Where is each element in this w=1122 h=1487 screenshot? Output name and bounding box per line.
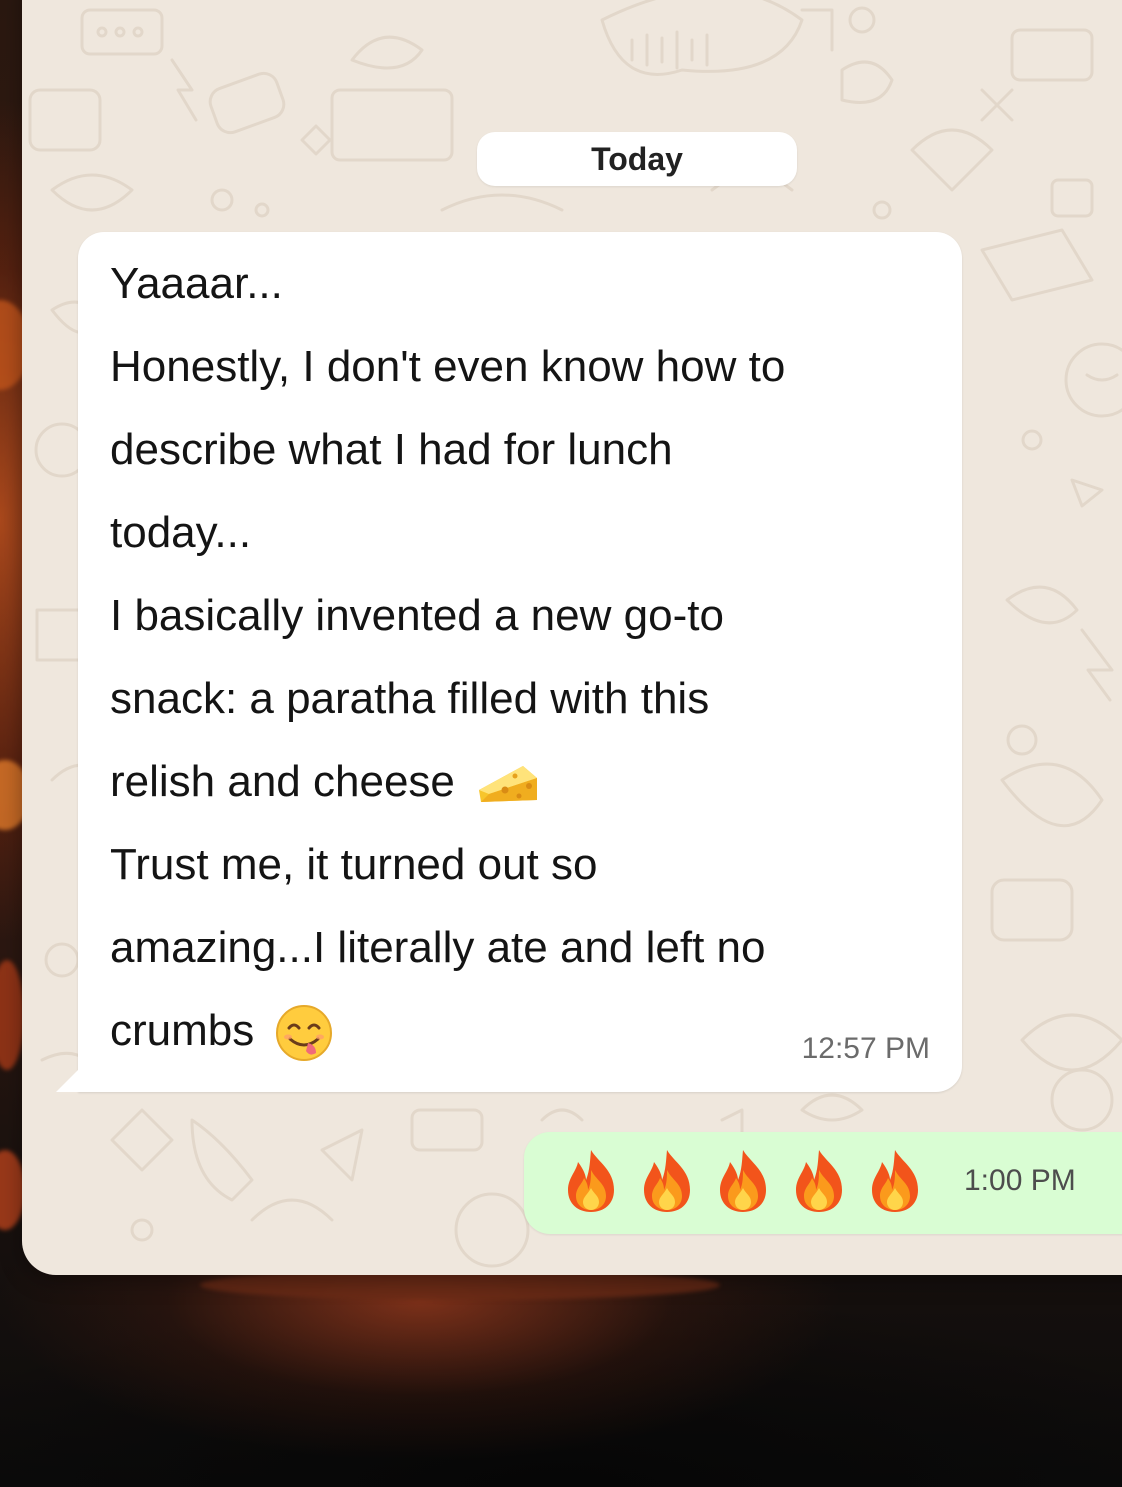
message-line: Trust me, it turned out so bbox=[110, 840, 598, 889]
fire-emoji bbox=[644, 1150, 690, 1212]
message-line: amazing...I literally ate and left no bbox=[110, 923, 766, 972]
outgoing-message-time: 1:00 PM bbox=[964, 1164, 1076, 1197]
incoming-message-time: 12:57 PM bbox=[801, 1032, 930, 1065]
fire-emoji bbox=[568, 1150, 614, 1212]
cheese-wedge-emoji bbox=[479, 766, 538, 803]
incoming-message-bubble[interactable]: Yaaaar... Honestly, I don't even know ho… bbox=[56, 232, 962, 1092]
outgoing-message-bubble[interactable]: 1:00 PM bbox=[524, 1132, 1122, 1234]
fire-emoji bbox=[796, 1150, 842, 1212]
chat-panel[interactable]: Today Yaaaar... Honestly, I don't even k… bbox=[22, 0, 1122, 1275]
incoming-message-text: Yaaaar... Honestly, I don't even know ho… bbox=[110, 242, 950, 1072]
outgoing-emoji-row bbox=[560, 1148, 926, 1214]
incoming-bubble-tail bbox=[56, 1070, 78, 1092]
message-line: I basically invented a new go-to bbox=[110, 591, 724, 640]
fire-emoji bbox=[872, 1150, 918, 1212]
date-separator: Today bbox=[477, 132, 797, 186]
background-food-spot bbox=[0, 960, 24, 1070]
message-line: Honestly, I don't even know how to bbox=[110, 342, 786, 391]
message-line-text: crumbs bbox=[110, 1006, 255, 1055]
message-line: describe what I had for lunch bbox=[110, 425, 673, 474]
face-savoring-food-emoji bbox=[276, 1005, 333, 1062]
fire-emoji bbox=[720, 1150, 766, 1212]
message-line: Yaaaar... bbox=[110, 259, 283, 308]
message-line: today... bbox=[110, 508, 252, 557]
message-line-text: relish and cheese bbox=[110, 757, 455, 806]
message-line: snack: a paratha filled with this bbox=[110, 674, 710, 723]
message-line-with-emoji: relish and cheese bbox=[110, 740, 950, 823]
screenshot-stage: Today Yaaaar... Honestly, I don't even k… bbox=[0, 0, 1122, 1487]
